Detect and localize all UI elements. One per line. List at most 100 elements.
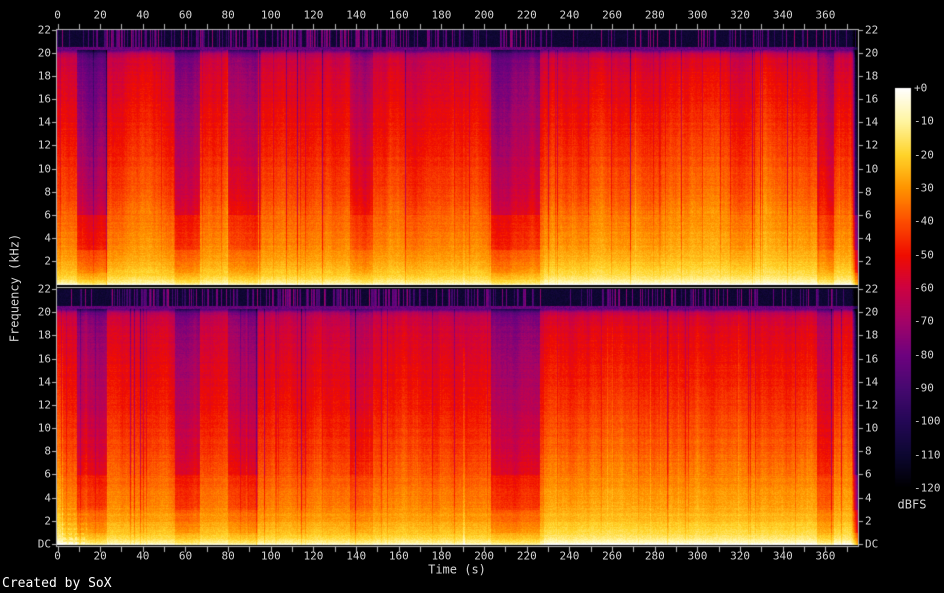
colorbar-tick-label: +0 <box>914 81 928 95</box>
x-tick-label-top: 80 <box>221 8 235 22</box>
x-tick-label-top: 0 <box>54 8 61 22</box>
y-axis-title: Frequency (kHz) <box>7 233 22 343</box>
y-tick-label-left: 12 <box>37 398 51 412</box>
y-tick-label-right: 12 <box>865 398 879 412</box>
y-tick-label-right: DC <box>865 537 879 551</box>
y-tick-label-left: 2 <box>44 514 51 528</box>
x-tick-label-bottom: 360 <box>815 549 836 563</box>
x-tick-label-top: 280 <box>644 8 665 22</box>
colorbar-tick-label: -60 <box>914 281 934 295</box>
y-tick-label-right: 6 <box>865 208 872 222</box>
y-tick-label-right: 4 <box>865 491 872 505</box>
y-tick-label-right: 8 <box>865 444 872 458</box>
colorbar-tick-label: -90 <box>914 381 934 395</box>
colorbar-tick-label: -100 <box>914 414 941 428</box>
y-tick-label-left: 20 <box>37 46 51 60</box>
y-tick-label-right: 10 <box>865 421 879 435</box>
x-tick-label-bottom: 160 <box>388 549 409 563</box>
y-tick-label-right: 18 <box>865 69 879 83</box>
y-tick-label-left: 4 <box>44 491 51 505</box>
x-tick-label-top: 200 <box>474 8 495 22</box>
y-tick-label-left: 20 <box>37 305 51 319</box>
y-tick-label-left: 14 <box>37 375 51 389</box>
x-tick-label-bottom: 280 <box>644 549 665 563</box>
x-tick-label-top: 360 <box>815 8 836 22</box>
colorbar-tick-label: -70 <box>914 314 934 328</box>
y-tick-label-right: 10 <box>865 162 879 176</box>
x-tick-label-bottom: 100 <box>260 549 281 563</box>
y-tick-label-right: 16 <box>865 92 879 106</box>
y-tick-label-left: 22 <box>37 282 51 296</box>
x-tick-label-bottom: 340 <box>772 549 793 563</box>
x-tick-label-top: 180 <box>431 8 452 22</box>
y-tick-label-right: 22 <box>865 23 879 37</box>
y-tick-label-right: 14 <box>865 115 879 129</box>
x-tick-label-bottom: 260 <box>602 549 623 563</box>
x-tick-label-bottom: 180 <box>431 549 452 563</box>
x-tick-label-top: 120 <box>303 8 324 22</box>
y-tick-label-left: 8 <box>44 185 51 199</box>
x-tick-label-bottom: 320 <box>730 549 751 563</box>
colorbar-tick-label: -80 <box>914 348 934 362</box>
spectrogram-figure: Time (s) Frequency (kHz) dBFS Created by… <box>0 0 944 593</box>
y-tick-label-left: 2 <box>44 254 51 268</box>
y-tick-label-left: 16 <box>37 92 51 106</box>
x-tick-label-bottom: 80 <box>221 549 235 563</box>
y-tick-label-left: 18 <box>37 328 51 342</box>
x-tick-label-bottom: 20 <box>93 549 107 563</box>
x-tick-label-top: 220 <box>516 8 537 22</box>
x-tick-label-bottom: 300 <box>687 549 708 563</box>
y-tick-label-right: 22 <box>865 282 879 296</box>
y-tick-label-right: 2 <box>865 514 872 528</box>
y-tick-label-right: 6 <box>865 467 872 481</box>
y-tick-label-left: 6 <box>44 208 51 222</box>
y-tick-label-right: 12 <box>865 138 879 152</box>
x-tick-label-top: 40 <box>136 8 150 22</box>
y-tick-label-right: 18 <box>865 328 879 342</box>
y-tick-label-left: 6 <box>44 467 51 481</box>
sox-credit-text: Created by SoX <box>2 576 112 591</box>
y-tick-label-left: 16 <box>37 352 51 366</box>
x-tick-label-top: 340 <box>772 8 793 22</box>
y-tick-label-right: 2 <box>865 254 872 268</box>
colorbar-tick-label: -110 <box>914 448 941 462</box>
y-tick-label-left: DC <box>37 537 51 551</box>
colorbar-tick-label: -50 <box>914 248 934 262</box>
y-tick-label-left: 4 <box>44 231 51 245</box>
colorbar-tick-label: -120 <box>914 481 941 495</box>
y-tick-label-right: 20 <box>865 305 879 319</box>
x-tick-label-top: 140 <box>346 8 367 22</box>
y-tick-label-left: 12 <box>37 138 51 152</box>
x-tick-label-bottom: 220 <box>516 549 537 563</box>
y-tick-label-right: 20 <box>865 46 879 60</box>
x-tick-label-top: 160 <box>388 8 409 22</box>
x-axis-title: Time (s) <box>428 562 486 577</box>
y-tick-label-right: 14 <box>865 375 879 389</box>
x-tick-label-bottom: 40 <box>136 549 150 563</box>
x-tick-label-top: 240 <box>559 8 580 22</box>
x-tick-label-bottom: 200 <box>474 549 495 563</box>
x-tick-label-bottom: 120 <box>303 549 324 563</box>
y-tick-label-left: 10 <box>37 162 51 176</box>
x-tick-label-top: 20 <box>93 8 107 22</box>
x-tick-label-top: 300 <box>687 8 708 22</box>
x-tick-label-top: 320 <box>730 8 751 22</box>
colorbar-tick-label: -20 <box>914 148 934 162</box>
x-tick-label-bottom: 0 <box>54 549 61 563</box>
y-tick-label-right: 4 <box>865 231 872 245</box>
y-tick-label-left: 22 <box>37 23 51 37</box>
x-tick-label-bottom: 140 <box>346 549 367 563</box>
colorbar-tick-label: -30 <box>914 181 934 195</box>
x-tick-label-top: 60 <box>178 8 193 22</box>
spectrogram-canvas <box>0 0 944 593</box>
y-tick-label-left: 10 <box>37 421 51 435</box>
colorbar-tick-label: -10 <box>914 114 934 128</box>
y-tick-label-left: 14 <box>37 115 51 129</box>
y-tick-label-left: 18 <box>37 69 51 83</box>
x-tick-label-top: 260 <box>602 8 623 22</box>
y-tick-label-right: 16 <box>865 352 879 366</box>
colorbar-title: dBFS <box>897 497 927 512</box>
x-tick-label-bottom: 60 <box>178 549 193 563</box>
x-tick-label-bottom: 240 <box>559 549 580 563</box>
y-tick-label-left: 8 <box>44 444 51 458</box>
